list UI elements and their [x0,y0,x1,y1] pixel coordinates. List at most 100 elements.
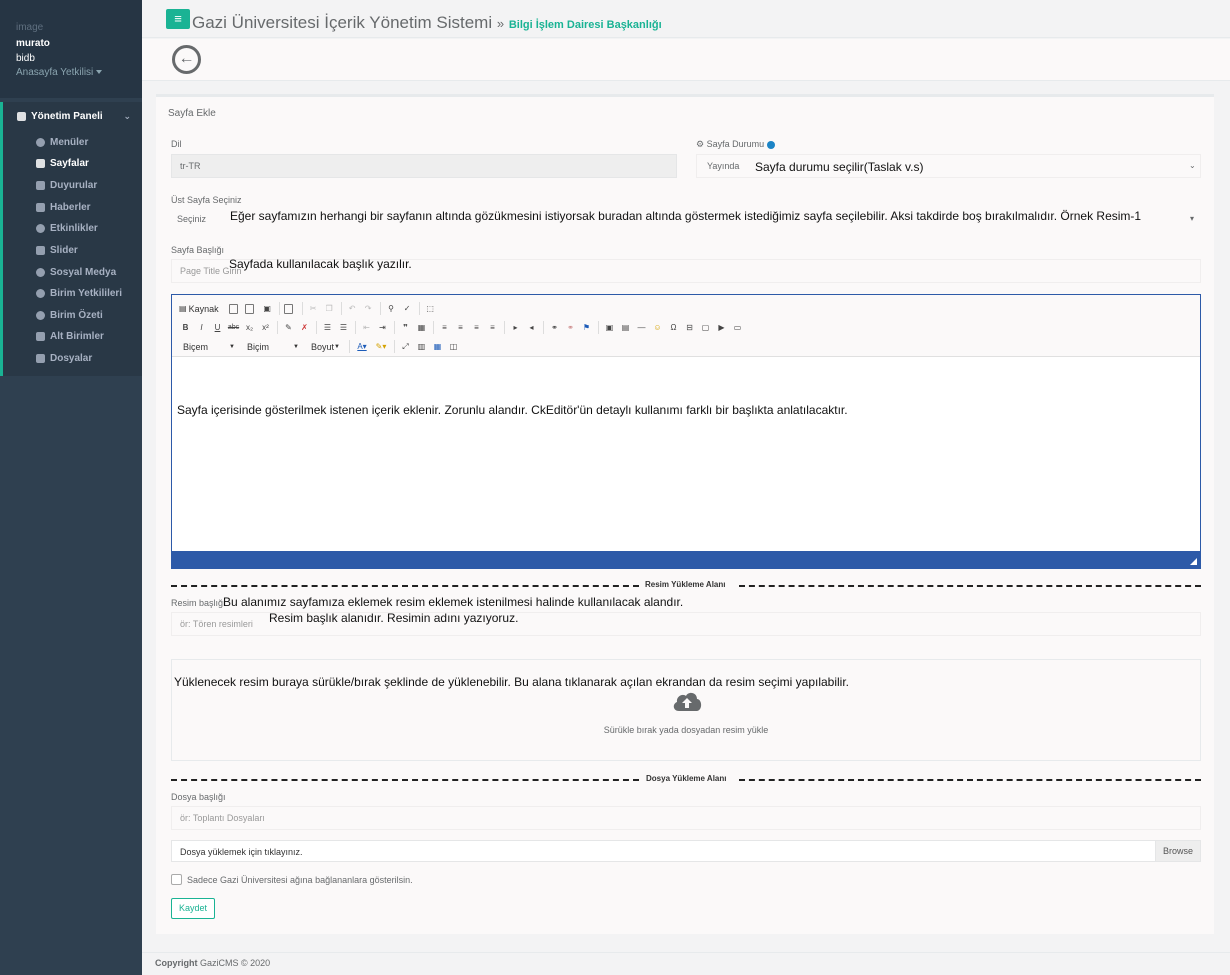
status-label-text: Sayfa Durumu [706,139,765,149]
gear-icon [36,137,45,147]
italic-icon[interactable]: I [195,321,208,334]
info-icon [766,140,775,149]
sidebar-item-label: Sayfalar [50,157,89,169]
youtube-icon[interactable]: ▶ [715,321,728,334]
underline-icon[interactable]: U [211,321,224,334]
parent-note: Eğer sayfamızın herhangi bir sayfanın al… [230,209,1142,223]
table-icon[interactable]: ▤ [619,321,632,334]
text-ltr-icon[interactable]: ▸ [509,321,522,334]
copyright-text: GaziCMS © 2020 [200,958,271,968]
indent-icon[interactable]: ⇥ [376,321,389,334]
browse-button[interactable]: Browse [1155,841,1200,861]
maximize-icon[interactable]: ⤢ [399,340,412,353]
print-icon[interactable]: ▣ [261,302,274,315]
outdent-icon[interactable]: ⇤ [360,321,373,334]
sidebar-item-slider[interactable]: Slider [36,242,78,258]
grid-icon[interactable]: ▦ [431,340,444,353]
new-page-icon[interactable] [228,303,238,314]
caret-down-icon: ▼ [334,343,340,350]
copy-icon[interactable]: ❐ [323,302,336,315]
strikethrough-icon[interactable]: abc [227,321,240,334]
source-icon: ▤ [179,304,187,313]
bold-icon[interactable]: B [179,321,192,334]
status-note: Sayfa durumu seçilir(Taslak v.s) [755,160,924,174]
image-title-placeholder: ör: Tören resimleri [180,619,253,629]
sidebar-item-birim-yetkilileri[interactable]: Birim Yetkilileri [36,285,122,301]
horizontal-line-icon[interactable]: ― [635,321,648,334]
superscript-icon[interactable]: x² [259,321,272,334]
text-color-icon[interactable]: A▾ [354,340,370,353]
back-button[interactable]: ← [172,45,201,74]
page-break-icon[interactable]: ⊟ [683,321,696,334]
file-title-input[interactable]: ör: Toplantı Dosyaları [171,806,1201,830]
iframe-icon[interactable]: ▢ [699,321,712,334]
sidebar-section-label: Yönetim Paneli [31,110,103,122]
sidebar-section-yonetim-paneli[interactable]: Yönetim Paneli ⌄ [17,108,135,124]
size-combo[interactable]: Boyut ▼ [307,342,340,352]
redo-icon[interactable]: ↷ [362,302,375,315]
source-label: Kaynak [188,303,219,314]
bullet-list-icon[interactable]: ☰ [337,321,350,334]
restrict-network-checkbox[interactable] [171,874,182,885]
special-char-icon[interactable]: Ω [667,321,680,334]
file-upload-input[interactable]: Dosya yüklemek için tıklayınız. Browse [171,840,1201,862]
page-header: ← [142,39,1230,81]
preview-icon[interactable] [244,303,254,314]
templates-icon[interactable] [283,303,293,314]
image-dropzone[interactable]: Yüklenecek resim buraya sürükle/bırak şe… [171,659,1201,761]
format-combo[interactable]: Biçem ▼ [179,342,235,352]
caret-down-icon [96,70,103,75]
image-icon[interactable]: ▣ [603,321,616,334]
cut-icon[interactable]: ✂ [307,302,320,315]
style-combo[interactable]: Biçim ▼ [243,342,299,352]
sidebar-item-etkinlikler[interactable]: Etkinlikler [36,220,98,236]
rich-text-editor[interactable]: ▤ Kaynak ▣ ✂ ❐ ↶ ↷ ⚲ ✓ ⬚ B I U abc x₂ x²… [171,294,1201,569]
spellcheck-icon[interactable]: ✓ [401,302,414,315]
blockquote-icon[interactable]: ❞ [399,321,412,334]
sidebar-item-dosyalar[interactable]: Dosyalar [36,350,92,366]
text-rtl-icon[interactable]: ◂ [525,321,538,334]
sitemap-icon [36,331,45,341]
undo-icon[interactable]: ↶ [346,302,359,315]
subscript-icon[interactable]: x₂ [243,321,256,334]
sidebar-item-sayfalar[interactable]: Sayfalar [36,155,89,171]
show-blocks-icon[interactable]: ▥ [415,340,428,353]
background-color-icon[interactable]: ✎▾ [373,340,389,353]
align-right-icon[interactable]: ≡ [470,321,483,334]
align-center-icon[interactable]: ≡ [454,321,467,334]
align-left-icon[interactable]: ≡ [438,321,451,334]
sidebar-item-sosyal-medya[interactable]: Sosyal Medya [36,264,116,280]
restrict-network-row: Sadece Gazi Üniversitesi ağına bağlananl… [171,874,413,885]
dropzone-text: Sürükle bırak yada dosyadan resim yükle [603,725,769,735]
restrict-network-label: Sadece Gazi Üniversitesi ağına bağlananl… [187,874,413,885]
sidebar-item-alt-birimler[interactable]: Alt Birimler [36,328,104,344]
file-browser-icon[interactable]: ▭ [731,321,744,334]
resize-handle-icon[interactable] [1190,558,1197,565]
remove-format-icon[interactable]: ✗ [298,321,311,334]
sidebar-item-birim-ozeti[interactable]: Birim Özeti [36,307,103,323]
link-icon[interactable]: ⚭ [548,321,561,334]
align-justify-icon[interactable]: ≡ [486,321,499,334]
smiley-icon[interactable]: ☺ [651,321,664,334]
profile-role-dropdown[interactable]: Anasayfa Yetkilisi [16,67,142,78]
copy-format-icon[interactable]: ✎ [282,321,295,334]
style-combo-label: Biçim [247,341,269,352]
save-button[interactable]: Kaydet [171,898,215,919]
numbered-list-icon[interactable]: ☰ [321,321,334,334]
sidebar-item-label: Haberler [50,201,91,213]
anchor-flag-icon[interactable]: ⚑ [580,321,593,334]
sidebar-item-haberler[interactable]: Haberler [36,199,91,215]
sidebar-item-label: Slider [50,244,78,256]
source-button[interactable]: ▤ Kaynak [179,304,219,314]
columns-icon[interactable]: ◫ [447,340,460,353]
find-icon[interactable]: ⚲ [385,302,398,315]
menu-toggle-button[interactable]: ≡ [166,9,190,29]
select-all-icon[interactable]: ⬚ [424,302,437,315]
div-container-icon[interactable]: ▦ [415,321,428,334]
sidebar-item-duyurular[interactable]: Duyurular [36,177,97,193]
department-title: Bilgi İşlem Dairesi Başkanlığı [508,19,662,31]
file-title-label: Dosya başlığı [171,792,226,802]
unlink-icon[interactable]: ⚭ [564,321,577,334]
cloud-upload-icon [673,692,702,711]
sidebar-item-menuler[interactable]: Menüler [36,134,88,150]
